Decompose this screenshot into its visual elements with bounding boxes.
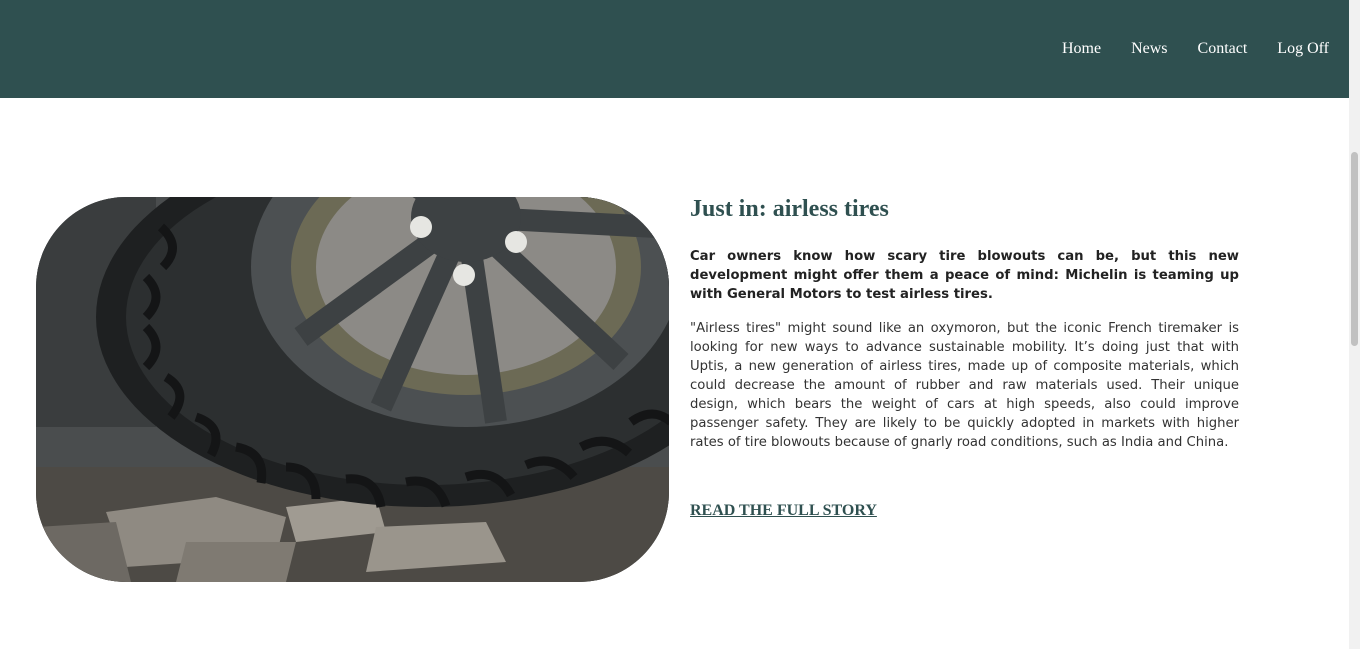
nav-home-link[interactable]: Home	[1062, 38, 1101, 60]
site-header: Home News Contact Log Off	[0, 0, 1349, 98]
main-nav: Home News Contact Log Off	[1032, 38, 1329, 60]
tire-illustration	[36, 197, 669, 582]
nav-news-link[interactable]: News	[1131, 38, 1167, 60]
nav-logoff-link[interactable]: Log Off	[1277, 38, 1329, 60]
article-title: Just in: airless tires	[690, 196, 889, 222]
read-full-story-link[interactable]: READ THE FULL STORY	[690, 502, 877, 520]
nav-contact-link[interactable]: Contact	[1198, 38, 1248, 60]
vertical-scrollbar[interactable]	[1349, 0, 1360, 649]
scrollbar-thumb[interactable]	[1351, 152, 1358, 346]
page: Home News Contact Log Off Just in: airle…	[0, 0, 1360, 649]
article-lead: Car owners know how scary tire blowouts …	[690, 249, 1239, 302]
article: Just in: airless tires Car owners know h…	[690, 195, 1239, 452]
article-body: "Airless tires" might sound like an oxym…	[690, 321, 1239, 450]
airless-tire-image	[36, 197, 669, 582]
